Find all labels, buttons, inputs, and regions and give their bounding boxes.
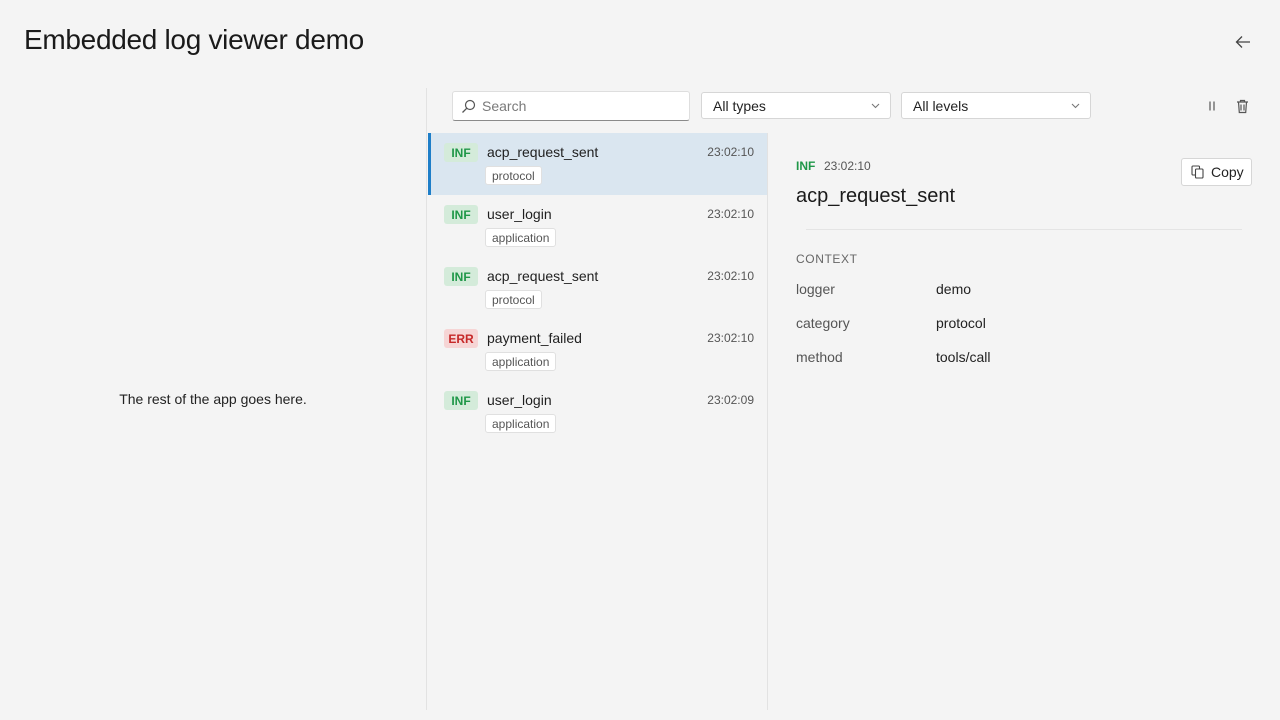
copy-button[interactable]: Copy bbox=[1181, 158, 1252, 186]
context-key: logger bbox=[796, 281, 835, 297]
event-time: 23:02:10 bbox=[707, 269, 754, 283]
log-toolbar: All types All levels bbox=[428, 88, 1280, 126]
log-detail-panel: INF 23:02:10 acp_request_sent Copy CONTE… bbox=[769, 133, 1280, 710]
category-chip: protocol bbox=[485, 166, 542, 185]
log-list: INF acp_request_sent 23:02:10 protocol I… bbox=[428, 133, 767, 443]
detail-time: 23:02:10 bbox=[824, 159, 871, 173]
category-chip: application bbox=[485, 414, 557, 433]
category-chip: protocol bbox=[485, 290, 542, 309]
page-title: Embedded log viewer demo bbox=[24, 24, 364, 55]
back-button[interactable] bbox=[1230, 30, 1256, 54]
detail-level: INF bbox=[796, 159, 816, 173]
event-name: user_login bbox=[487, 392, 552, 408]
divider bbox=[806, 229, 1242, 230]
context-section-label: CONTEXT bbox=[796, 252, 858, 266]
event-time: 23:02:10 bbox=[707, 207, 754, 221]
search-input[interactable] bbox=[482, 98, 672, 114]
detail-event-name: acp_request_sent bbox=[796, 185, 956, 207]
detail-divider bbox=[767, 133, 768, 710]
search-icon bbox=[462, 99, 476, 113]
category-chip: application bbox=[485, 228, 557, 247]
app-placeholder-pane: The rest of the app goes here. bbox=[0, 88, 426, 710]
context-value: demo bbox=[936, 281, 972, 297]
app-root: Embedded log viewer demo The rest of the… bbox=[0, 0, 1280, 720]
context-key: method bbox=[796, 349, 843, 365]
level-badge: INF bbox=[444, 391, 478, 410]
context-key: category bbox=[796, 315, 850, 331]
pause-button[interactable] bbox=[1202, 96, 1222, 116]
context-value: tools/call bbox=[936, 349, 991, 365]
event-time: 23:02:09 bbox=[707, 393, 754, 407]
level-badge: ERR bbox=[444, 329, 478, 348]
event-name: acp_request_sent bbox=[487, 144, 599, 160]
level-filter-select[interactable]: All levels bbox=[901, 92, 1091, 119]
type-filter-select[interactable]: All types bbox=[701, 92, 891, 119]
event-time: 23:02:10 bbox=[707, 331, 754, 345]
chevron-down-icon bbox=[1071, 103, 1080, 109]
copy-label: Copy bbox=[1211, 164, 1244, 180]
level-filter-value: All levels bbox=[913, 97, 969, 114]
trash-icon bbox=[1236, 99, 1248, 113]
placeholder-text: The rest of the app goes here. bbox=[119, 391, 307, 407]
event-name: user_login bbox=[487, 206, 552, 222]
clear-logs-button[interactable] bbox=[1232, 96, 1252, 116]
log-row[interactable]: INF acp_request_sent 23:02:10 protocol bbox=[428, 257, 767, 319]
level-badge: INF bbox=[444, 205, 478, 224]
type-filter-value: All types bbox=[713, 97, 766, 114]
log-row[interactable]: ERR payment_failed 23:02:10 application bbox=[428, 319, 767, 381]
log-row[interactable]: INF user_login 23:02:09 application bbox=[428, 381, 767, 443]
pause-icon bbox=[1209, 101, 1215, 111]
copy-icon bbox=[1191, 165, 1204, 179]
event-name: acp_request_sent bbox=[487, 268, 599, 284]
event-name: payment_failed bbox=[487, 330, 582, 346]
arrow-left-icon bbox=[1235, 36, 1250, 48]
context-value: protocol bbox=[936, 315, 986, 331]
pane-divider bbox=[426, 88, 427, 710]
search-box[interactable] bbox=[452, 91, 690, 121]
log-row[interactable]: INF user_login 23:02:10 application bbox=[428, 195, 767, 257]
level-badge: INF bbox=[444, 267, 478, 286]
category-chip: application bbox=[485, 352, 557, 371]
level-badge: INF bbox=[444, 143, 478, 162]
event-time: 23:02:10 bbox=[707, 145, 754, 159]
chevron-down-icon bbox=[871, 103, 880, 109]
log-row[interactable]: INF acp_request_sent 23:02:10 protocol bbox=[428, 133, 767, 195]
